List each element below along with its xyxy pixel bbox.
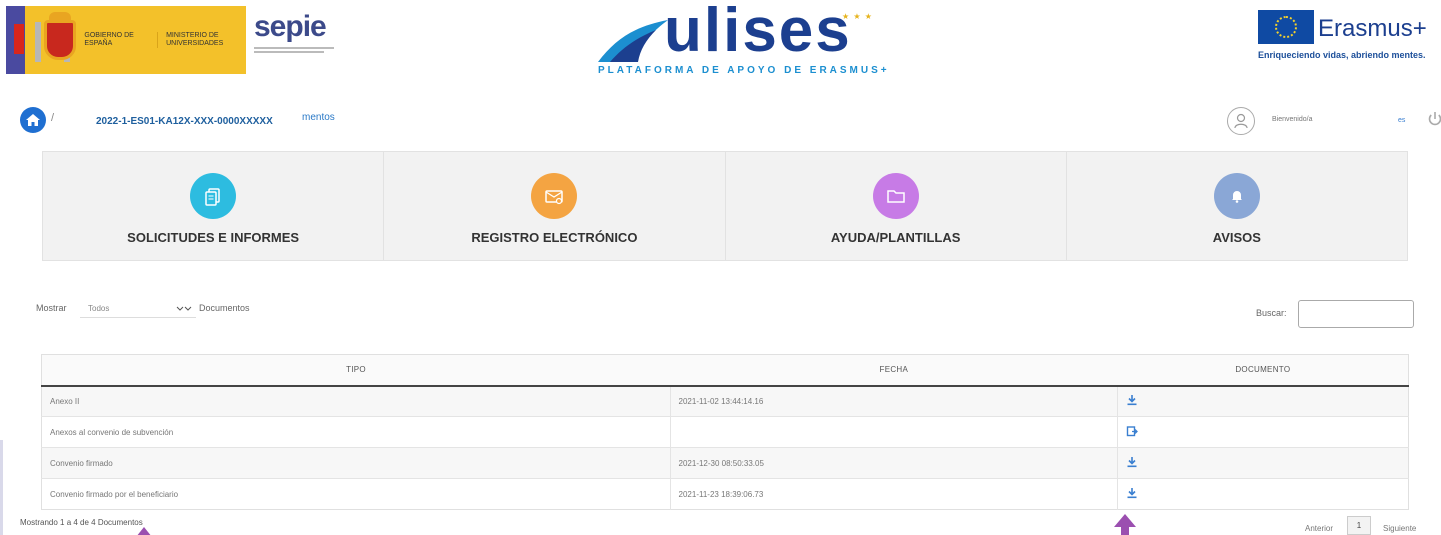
gobierno-text: Gobierno de España [84,32,134,47]
tile-label: AVISOS [1212,230,1261,245]
welcome-text: Bienvenido/a [1272,116,1313,123]
ministerio-text: Ministerio de Universidades [157,32,246,48]
home-button[interactable] [20,107,46,133]
erasmus-logo: Erasmus+ Enriqueciendo vidas, abriendo m… [1256,10,1438,66]
ulises-logo: ulises ★ ★ ★ PLATAFORMA DE APOYO DE ERAS… [596,0,896,78]
show-label: Mostrar [36,303,67,313]
entries-select[interactable]: Todos [80,300,196,318]
upload-icon[interactable] [1126,425,1139,437]
entries-select-value: Todos [88,304,110,313]
cell-fecha: 2021-11-02 13:44:14.16 [669,385,1118,417]
table-row: Convenio firmado por el beneficiario 202… [41,478,1409,510]
breadcrumb-separator: / [51,112,55,124]
tile-ayuda-plantillas[interactable]: AYUDA/PLANTILLAS [726,152,1067,260]
tile-registro-electronico[interactable]: REGISTRO ELECTRÓNICO [384,152,726,260]
download-icon[interactable] [1126,456,1138,468]
download-icon[interactable] [1126,394,1138,406]
stars-icon: ★ ★ ★ [842,12,873,21]
chevron-down-icon [176,306,192,311]
download-icon[interactable] [1126,487,1138,499]
pagination-previous[interactable]: Anterior [1305,524,1333,533]
search-input[interactable] [1298,300,1414,328]
avatar[interactable] [1227,107,1255,135]
annotation-arrow-icon [136,527,152,535]
cell-documento [1117,416,1409,448]
ulises-wing-icon [598,20,668,62]
cell-tipo: Convenio firmado por el beneficiario [41,478,671,510]
search-label: Buscar: [1256,308,1287,318]
documents-icon [190,173,237,219]
column-header-fecha[interactable]: FECHA [670,354,1118,387]
cell-fecha: 2021-12-30 08:50:33.05 [669,447,1118,479]
gobierno-logo: Gobierno de España Ministerio de Univers… [6,6,246,74]
bell-icon [1213,173,1260,219]
tile-avisos[interactable]: AVISOS [1067,152,1407,260]
table-info: Mostrando 1 a 4 de 4 Documentos [20,518,143,527]
erasmus-wordmark: Erasmus+ [1318,15,1427,42]
cell-fecha: 2021-11-23 18:39:06.73 [669,478,1118,510]
column-header-tipo[interactable]: TIPO [41,354,671,387]
annotation-arrow-icon [1114,514,1136,535]
breadcrumb-current[interactable]: mentos [302,112,335,123]
ulises-wordmark: ulises [664,0,852,65]
table-row: Anexo II 2021-11-02 13:44:14.16 [41,385,1409,417]
show-suffix: Documentos [199,303,250,313]
table-row: Anexos al convenio de subvención [41,416,1409,448]
breadcrumb-project[interactable]: 2022-1-ES01-KA12X-XXX-0000XXXXX [96,116,273,127]
power-icon[interactable] [1427,111,1441,127]
eu-flag-icon [1258,10,1314,44]
cell-documento [1117,478,1409,510]
cell-tipo: Anexos al convenio de subvención [41,416,671,448]
cell-documento [1117,385,1409,417]
eu-spain-flag-icon [6,6,25,74]
cell-tipo: Anexo II [41,385,671,417]
erasmus-tagline: Enriqueciendo vidas, abriendo mentes. [1258,50,1426,60]
tile-label: REGISTRO ELECTRÓNICO [471,230,638,245]
cell-fecha [669,416,1118,448]
cell-tipo: Convenio firmado [41,447,671,479]
folder-icon [872,173,919,219]
documents-table: TIPO FECHA DOCUMENTO Anexo II 2021-11-02… [41,354,1409,510]
cell-documento [1117,447,1409,479]
language-selector[interactable]: es [1398,117,1405,124]
page-edge-divider [0,440,3,535]
sepie-fine-print-icon [254,47,334,53]
home-icon [26,114,40,126]
tile-solicitudes-informes[interactable]: SOLICITUDES E INFORMES [43,152,385,260]
coat-of-arms-icon [34,12,76,68]
user-icon [1234,113,1248,129]
tile-label: AYUDA/PLANTILLAS [830,230,961,245]
ulises-tagline: PLATAFORMA DE APOYO DE ERASMUS+ [598,65,890,76]
table-header-row: TIPO FECHA DOCUMENTO [41,354,1409,387]
sepie-logo: sepie [254,12,344,68]
mail-certificate-icon [531,173,578,219]
pagination-next[interactable]: Siguiente [1383,524,1416,533]
pagination-page-1[interactable]: 1 [1347,516,1371,535]
column-header-documento[interactable]: DOCUMENTO [1117,354,1409,387]
tile-label: SOLICITUDES E INFORMES [127,230,300,245]
table-row: Convenio firmado 2021-12-30 08:50:33.05 [41,447,1409,479]
main-menu-tiles: SOLICITUDES E INFORMES REGISTRO ELECTRÓN… [42,151,1408,261]
